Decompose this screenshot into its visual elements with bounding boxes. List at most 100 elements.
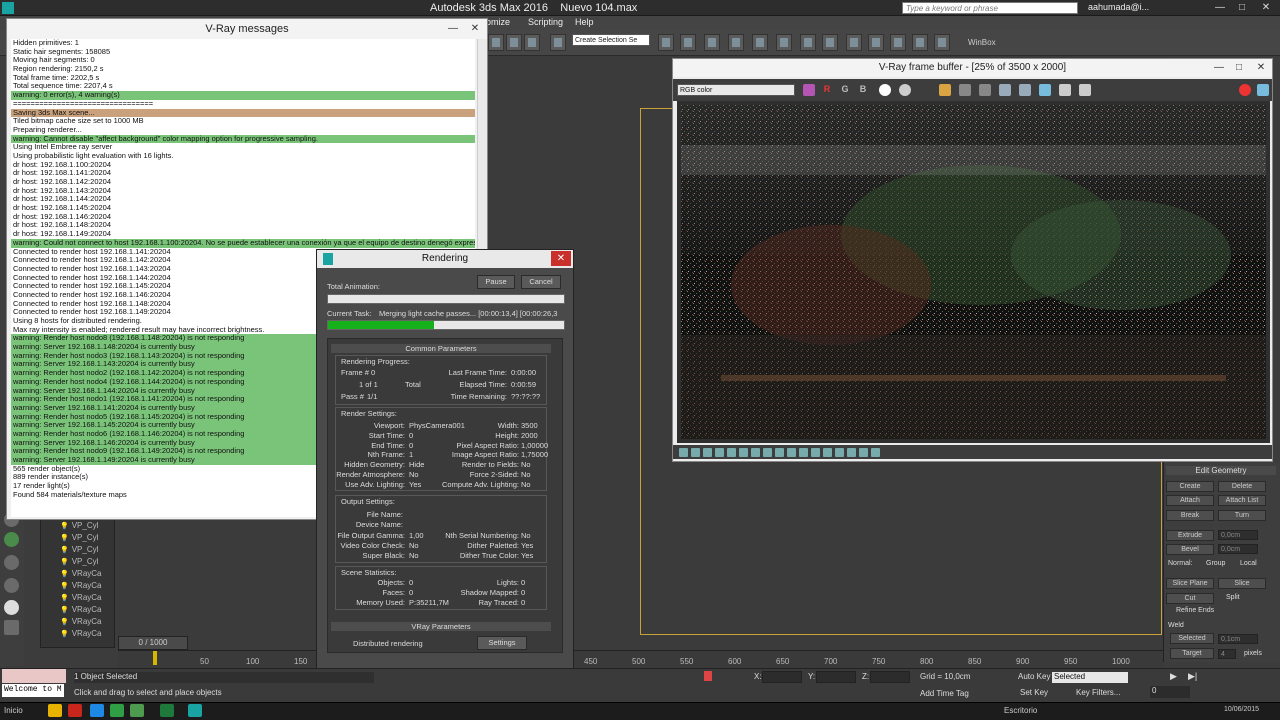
toolbar-button[interactable] <box>934 34 950 51</box>
menu-customize[interactable]: omize <box>486 17 510 27</box>
toolbar-button[interactable] <box>800 34 816 51</box>
vfb-tool-icon[interactable] <box>679 448 688 457</box>
refine-ends-checkbox[interactable]: Refine Ends <box>1176 607 1214 614</box>
selection-set-dropdown[interactable]: Create Selection Se <box>572 34 650 46</box>
toolbar-button[interactable] <box>846 34 862 51</box>
attach-list-button[interactable]: Attach List <box>1218 495 1266 506</box>
tool-icon[interactable] <box>4 555 19 570</box>
toolbar-button[interactable] <box>524 34 540 51</box>
tool-icon[interactable] <box>4 578 19 593</box>
toolbar-button[interactable] <box>912 34 928 51</box>
stop-render-icon[interactable] <box>1239 84 1251 96</box>
mono-icon[interactable] <box>899 84 911 96</box>
next-frame-icon[interactable]: ▶| <box>1188 671 1197 682</box>
vfb-tool-icon[interactable] <box>775 448 784 457</box>
vfb-tool-icon[interactable] <box>787 448 796 457</box>
vfb-tool-icon[interactable] <box>799 448 808 457</box>
auto-key-button[interactable]: Auto Key <box>1018 672 1050 681</box>
vfb-tool-icon[interactable] <box>715 448 724 457</box>
scene-item[interactable]: VRayCa <box>60 617 102 626</box>
weld-selected-button[interactable]: Selected <box>1170 633 1214 644</box>
scene-item[interactable]: VRayCa <box>60 581 102 590</box>
x-coord-field[interactable] <box>762 671 802 683</box>
time-marker[interactable] <box>153 651 157 665</box>
local-radio[interactable]: Local <box>1240 560 1257 567</box>
save-icon[interactable] <box>959 84 971 96</box>
target-button[interactable]: Target <box>1170 648 1214 659</box>
minimize-icon[interactable]: — <box>1209 60 1229 75</box>
maxscript-listener[interactable] <box>2 669 66 683</box>
vfb-tool-icon[interactable] <box>847 448 856 457</box>
key-filters-button[interactable]: Key Filters... <box>1076 688 1120 697</box>
search-input[interactable]: Type a keyword or phrase <box>902 2 1078 14</box>
excel-icon[interactable] <box>160 704 174 717</box>
vfb-tool-icon[interactable] <box>691 448 700 457</box>
channel-dropdown[interactable]: RGB color <box>677 84 795 96</box>
toolbar-button[interactable] <box>752 34 768 51</box>
key-mode-dropdown[interactable]: Selected <box>1052 672 1128 683</box>
break-button[interactable]: Break <box>1166 510 1214 521</box>
tool-icon[interactable] <box>4 620 19 635</box>
extrude-button[interactable]: Extrude <box>1166 530 1214 541</box>
vfb-tool-icon[interactable] <box>751 448 760 457</box>
tool-icon[interactable] <box>1079 84 1091 96</box>
vfb-tool-icon[interactable] <box>703 448 712 457</box>
scene-item[interactable]: VP_Cyl <box>60 545 99 554</box>
toolbar-button[interactable] <box>680 34 696 51</box>
toolbar-button[interactable] <box>488 34 504 51</box>
close-icon[interactable]: ✕ <box>551 251 571 266</box>
bevel-button[interactable]: Bevel <box>1166 544 1214 555</box>
clear-icon[interactable] <box>979 84 991 96</box>
split-checkbox[interactable]: Split <box>1226 594 1240 601</box>
scene-item[interactable]: VRayCa <box>60 629 102 638</box>
vfb-tool-icon[interactable] <box>727 448 736 457</box>
cut-button[interactable]: Cut <box>1166 593 1214 604</box>
z-coord-field[interactable] <box>870 671 910 683</box>
close-icon[interactable]: ✕ <box>1256 0 1276 15</box>
maximize-icon[interactable]: □ <box>1229 60 1249 75</box>
vfb-tool-icon[interactable] <box>739 448 748 457</box>
vfb-tool-icon[interactable] <box>811 448 820 457</box>
desktop-toolbar[interactable]: Escritorio <box>1004 706 1037 715</box>
color-icon[interactable] <box>803 84 815 96</box>
close-icon[interactable]: ✕ <box>1251 60 1271 75</box>
3dsmax-taskbar-icon[interactable] <box>188 704 202 717</box>
vray-parameters-header[interactable]: VRay Parameters <box>331 622 551 631</box>
start-button[interactable]: Inicio <box>4 706 23 715</box>
toolbar-button[interactable] <box>776 34 792 51</box>
vfb-tool-icon[interactable] <box>871 448 880 457</box>
toolbar-button[interactable] <box>658 34 674 51</box>
vfb-title[interactable]: V-Ray frame buffer - [25% of 3500 x 2000… <box>673 59 1272 77</box>
time-slider[interactable]: 0 / 1000 <box>118 636 188 650</box>
toolbar-button[interactable] <box>704 34 720 51</box>
common-parameters-header[interactable]: Common Parameters <box>331 344 551 353</box>
delete-button[interactable]: Delete <box>1218 481 1266 492</box>
turn-button[interactable]: Turn <box>1218 510 1266 521</box>
app-icon[interactable] <box>130 704 144 717</box>
create-button[interactable]: Create <box>1166 481 1214 492</box>
render-icon[interactable] <box>1257 84 1269 96</box>
y-coord-field[interactable] <box>816 671 856 683</box>
tool-icon[interactable] <box>1019 84 1031 96</box>
menu-help[interactable]: Help <box>575 17 594 27</box>
edit-geometry-header[interactable]: Edit Geometry <box>1166 466 1276 475</box>
vfb-tool-icon[interactable] <box>859 448 868 457</box>
bevel-spinner[interactable]: 0,0cm <box>1218 544 1258 554</box>
scene-item[interactable]: VP_Cyl <box>60 521 99 530</box>
lock-icon[interactable] <box>704 671 712 681</box>
play-icon[interactable]: ▶ <box>1170 671 1177 682</box>
cactus-icon[interactable] <box>4 532 19 547</box>
3dsmax-logo-icon[interactable] <box>2 2 14 14</box>
render-preview[interactable] <box>677 101 1270 443</box>
clock[interactable]: 10/06/2015 <box>1224 706 1259 713</box>
slice-button[interactable]: Slice <box>1218 578 1266 589</box>
extrude-spinner[interactable]: 0,0cm <box>1218 530 1258 540</box>
close-icon[interactable]: ✕ <box>465 21 485 36</box>
toolbar-button[interactable] <box>822 34 838 51</box>
tool-icon[interactable] <box>1039 84 1051 96</box>
scene-item[interactable]: VRayCa <box>60 569 102 578</box>
vray-messages-title[interactable]: V-Ray messages <box>7 19 487 39</box>
minimize-icon[interactable]: — <box>1210 0 1230 15</box>
alpha-icon[interactable] <box>879 84 891 96</box>
maxscript-mini-listener[interactable]: Welcome to M <box>2 684 64 697</box>
